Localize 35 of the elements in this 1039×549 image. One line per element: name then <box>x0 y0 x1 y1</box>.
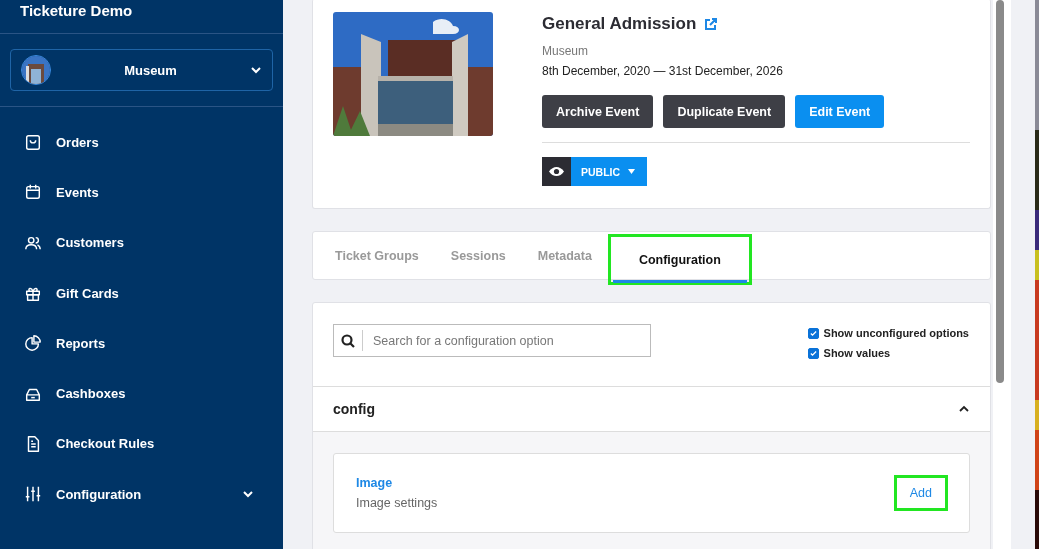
item-description: Image settings <box>356 496 438 510</box>
venue-avatar-icon <box>21 55 51 85</box>
action-button[interactable]: Duplicate Event <box>663 95 786 128</box>
sidebar-item[interactable]: Cashboxes <box>0 368 283 419</box>
venue-selector[interactable]: Museum <box>10 49 273 91</box>
sliders-icon <box>24 485 42 504</box>
calendar-icon <box>24 183 42 202</box>
sidebar-item[interactable]: Checkout Rules <box>0 418 283 470</box>
event-title: General Admission <box>542 14 697 34</box>
caret-icon <box>628 169 636 174</box>
chevron-down-icon <box>250 64 262 76</box>
sidebar-item[interactable]: Customers <box>0 217 283 268</box>
checkbox-label: Show values <box>823 347 891 359</box>
sidebar-item[interactable]: Events <box>0 167 283 218</box>
sidebar-item[interactable]: Reports <box>0 318 283 369</box>
bag-icon <box>24 133 42 152</box>
pie-chart-icon <box>24 334 42 353</box>
search-box[interactable]: Search for a configuration option <box>333 324 651 357</box>
external-link-icon[interactable] <box>704 17 719 31</box>
search-icon <box>341 333 355 348</box>
checkbox[interactable] <box>807 327 819 339</box>
checkbox[interactable] <box>807 347 819 359</box>
sidebar-item[interactable]: Orders <box>0 117 283 168</box>
event-dates: 8th December, 2020 — 31st December, 2026 <box>542 64 784 78</box>
add-link[interactable]: Add <box>896 478 945 508</box>
sidebar-item[interactable]: Configuration <box>0 469 283 520</box>
action-button[interactable]: Archive Event <box>542 95 654 128</box>
sidebar-item[interactable]: Gift Cards <box>0 267 283 319</box>
checkbox-label: Show unconfigured options <box>823 327 969 339</box>
app-title: Ticketure Demo <box>19 1 134 21</box>
section-header[interactable]: config <box>313 386 990 432</box>
item-title: Image <box>356 476 394 490</box>
scrollbar-thumb[interactable] <box>996 0 1004 383</box>
event-venue: Museum <box>542 44 589 58</box>
tab[interactable]: Configuration <box>612 239 747 283</box>
